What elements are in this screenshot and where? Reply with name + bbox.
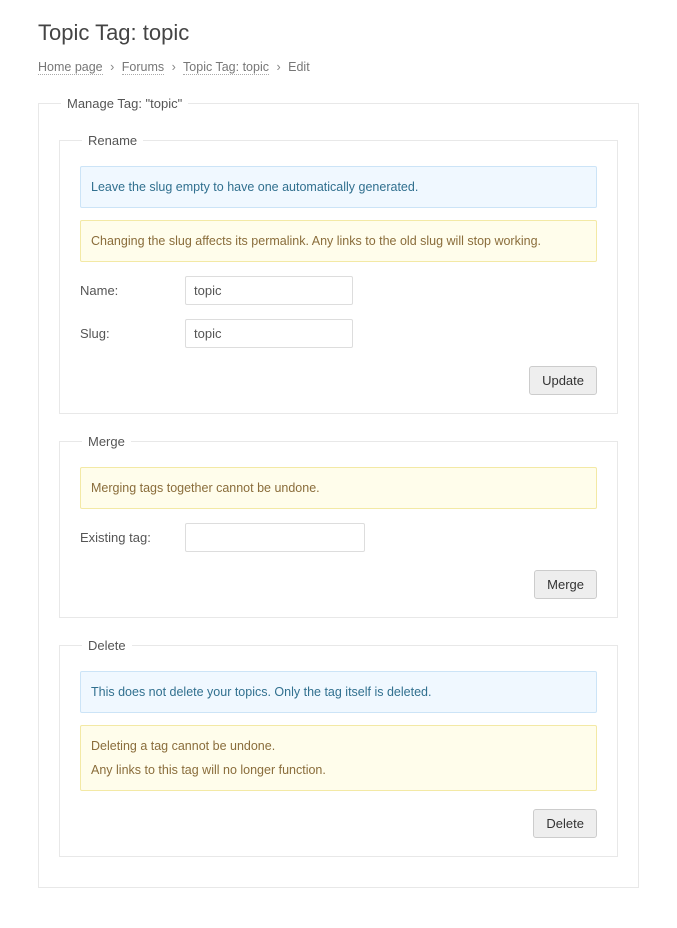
name-field-row: Name: <box>80 276 597 305</box>
page-title: Topic Tag: topic <box>38 20 639 46</box>
slug-input[interactable] <box>185 319 353 348</box>
rename-legend: Rename <box>82 133 143 148</box>
merge-button[interactable]: Merge <box>534 570 597 599</box>
breadcrumb-tag[interactable]: Topic Tag: topic <box>183 60 269 75</box>
delete-info-alert: This does not delete your topics. Only t… <box>80 671 597 713</box>
manage-tag-legend: Manage Tag: "topic" <box>61 96 188 111</box>
breadcrumb-forums[interactable]: Forums <box>122 60 164 75</box>
existing-tag-input[interactable] <box>185 523 365 552</box>
delete-legend: Delete <box>82 638 132 653</box>
delete-warn-alert: Deleting a tag cannot be undone. Any lin… <box>80 725 597 791</box>
delete-fieldset: Delete This does not delete your topics.… <box>59 638 618 857</box>
merge-legend: Merge <box>82 434 131 449</box>
name-label: Name: <box>80 283 185 298</box>
rename-warn-alert: Changing the slug affects its permalink.… <box>80 220 597 262</box>
delete-button[interactable]: Delete <box>533 809 597 838</box>
breadcrumb-sep: › <box>110 60 114 74</box>
slug-label: Slug: <box>80 326 185 341</box>
manage-tag-fieldset: Manage Tag: "topic" Rename Leave the slu… <box>38 96 639 888</box>
rename-fieldset: Rename Leave the slug empty to have one … <box>59 133 618 414</box>
breadcrumb-home[interactable]: Home page <box>38 60 103 75</box>
rename-info-alert: Leave the slug empty to have one automat… <box>80 166 597 208</box>
merge-warn-alert: Merging tags together cannot be undone. <box>80 467 597 509</box>
name-input[interactable] <box>185 276 353 305</box>
merge-fieldset: Merge Merging tags together cannot be un… <box>59 434 618 618</box>
breadcrumb-sep: › <box>172 60 176 74</box>
update-button[interactable]: Update <box>529 366 597 395</box>
existing-tag-label: Existing tag: <box>80 530 185 545</box>
delete-warn-line1: Deleting a tag cannot be undone. <box>91 736 586 756</box>
existing-tag-field-row: Existing tag: <box>80 523 597 552</box>
breadcrumb-current: Edit <box>288 60 310 74</box>
delete-warn-line2: Any links to this tag will no longer fun… <box>91 760 586 780</box>
breadcrumb-sep: › <box>276 60 280 74</box>
breadcrumb: Home page › Forums › Topic Tag: topic › … <box>38 60 639 74</box>
slug-field-row: Slug: <box>80 319 597 348</box>
